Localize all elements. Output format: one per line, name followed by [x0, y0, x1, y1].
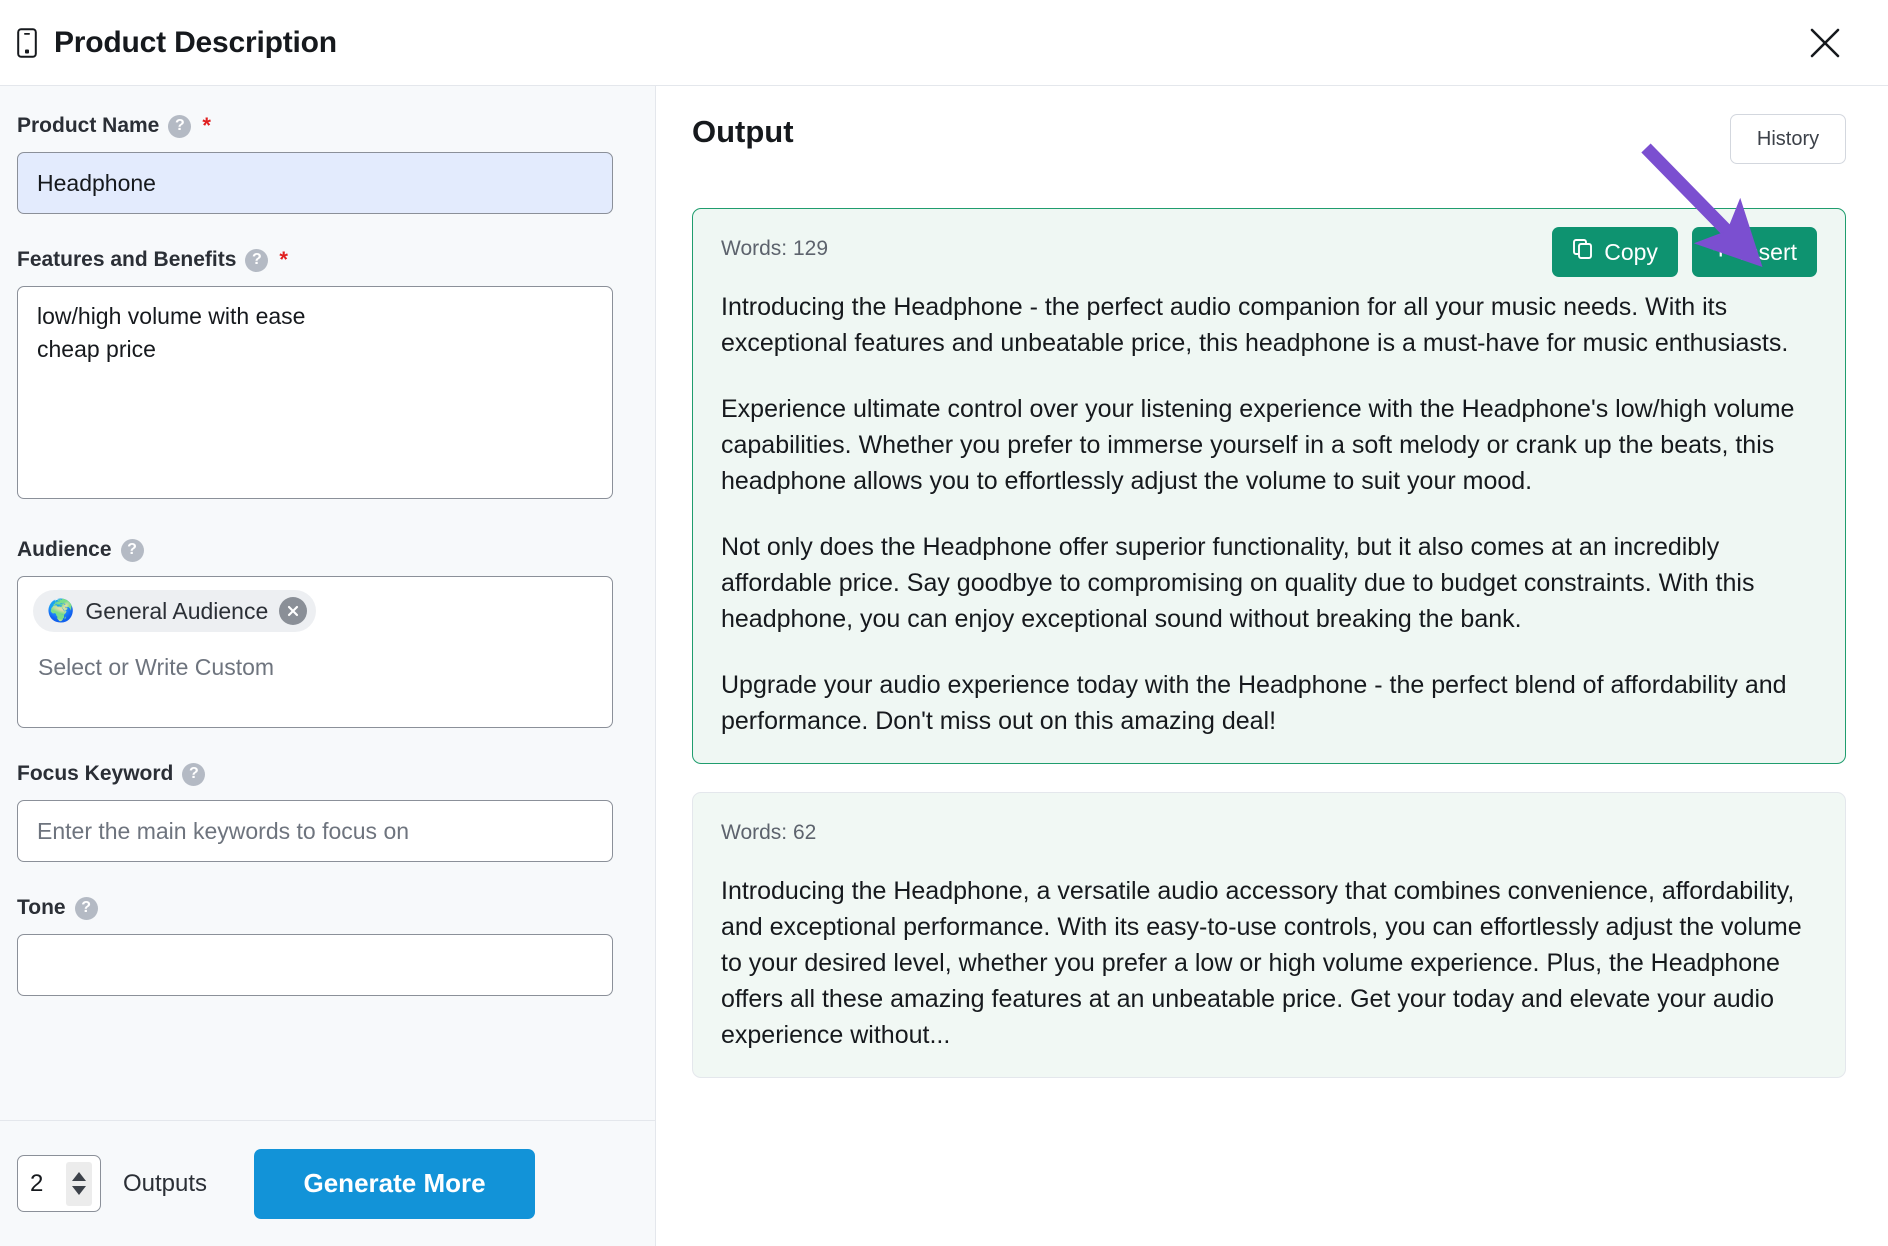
audience-tag[interactable]: 🌍 General Audience	[33, 590, 316, 632]
copy-icon	[1572, 238, 1594, 266]
required-marker: *	[279, 249, 288, 271]
header-left-group: Product Description	[14, 26, 337, 60]
insert-button[interactable]: + Insert	[1692, 227, 1817, 277]
copy-button[interactable]: Copy	[1552, 227, 1678, 277]
outputs-count-value[interactable]: 2	[30, 1170, 60, 1198]
product-name-label-row: Product Name ? *	[17, 114, 613, 138]
help-icon[interactable]: ?	[121, 539, 144, 562]
audience-tag-box[interactable]: 🌍 General Audience Select or Write Custo…	[17, 576, 613, 728]
tag-remove-icon[interactable]	[279, 597, 307, 625]
focus-keyword-label-row: Focus Keyword ?	[17, 762, 613, 786]
output-paragraph: Introducing the Headphone, a versatile a…	[721, 873, 1817, 1053]
required-marker: *	[202, 115, 211, 137]
product-name-label: Product Name	[17, 114, 159, 138]
output-card-text: Introducing the Headphone, a versatile a…	[721, 873, 1817, 1053]
help-icon[interactable]: ?	[75, 897, 98, 920]
form-panel: Product Name ? * Features and Benefits ?…	[0, 86, 656, 1246]
output-header: Output History	[692, 114, 1846, 174]
field-audience: Audience ? 🌍 General Audience	[17, 538, 613, 728]
card-actions-group: Copy + Insert	[1552, 227, 1817, 277]
word-count-badge: Words: 62	[721, 811, 816, 845]
features-benefits-textarea[interactable]	[17, 286, 613, 499]
help-icon[interactable]: ?	[168, 115, 191, 138]
product-description-modal: Product Description Product Name ? *	[0, 0, 1888, 1246]
output-paragraph: Experience ultimate control over your li…	[721, 391, 1817, 499]
output-title: Output	[692, 114, 794, 150]
word-count-badge: Words: 129	[721, 227, 828, 261]
page-title: Product Description	[54, 26, 337, 60]
field-focus-keyword: Focus Keyword ?	[17, 762, 613, 862]
output-card: Words: 129 Copy +	[692, 208, 1846, 764]
outputs-label: Outputs	[123, 1170, 207, 1198]
help-icon[interactable]: ?	[245, 249, 268, 272]
focus-keyword-label: Focus Keyword	[17, 762, 173, 786]
audience-tag-label: General Audience	[85, 598, 268, 625]
stepper-arrows-icon[interactable]	[66, 1162, 92, 1206]
output-card-toolbar: Words: 62	[721, 811, 1817, 863]
copy-button-label: Copy	[1604, 239, 1658, 266]
output-paragraph: Upgrade your audio experience today with…	[721, 667, 1817, 739]
globe-icon: 🌍	[47, 600, 74, 622]
audience-label: Audience	[17, 538, 112, 562]
output-paragraph: Not only does the Headphone offer superi…	[721, 529, 1817, 637]
product-name-input[interactable]	[17, 152, 613, 214]
features-benefits-label: Features and Benefits	[17, 248, 236, 272]
chevron-down-icon[interactable]	[72, 1186, 86, 1195]
field-product-name: Product Name ? *	[17, 114, 613, 214]
output-paragraph: Introducing the Headphone - the perfect …	[721, 289, 1817, 361]
focus-keyword-input[interactable]	[17, 800, 613, 862]
plus-icon: +	[1712, 235, 1730, 265]
close-icon[interactable]	[1802, 20, 1848, 66]
tone-label-row: Tone ?	[17, 896, 613, 920]
output-card-toolbar: Words: 129 Copy +	[721, 227, 1817, 279]
outputs-stepper[interactable]: 2	[17, 1155, 101, 1212]
modal-body: Product Name ? * Features and Benefits ?…	[0, 86, 1888, 1246]
audience-placeholder[interactable]: Select or Write Custom	[33, 654, 597, 681]
modal-header: Product Description	[0, 0, 1888, 86]
field-features-benefits: Features and Benefits ? *	[17, 248, 613, 504]
insert-button-label: Insert	[1739, 239, 1797, 266]
generate-more-button[interactable]: Generate More	[254, 1149, 535, 1219]
output-card: Words: 62 Introducing the Headphone, a v…	[692, 792, 1846, 1078]
history-button[interactable]: History	[1730, 114, 1846, 164]
features-benefits-label-row: Features and Benefits ? *	[17, 248, 613, 272]
audience-label-row: Audience ?	[17, 538, 613, 562]
form-footer: 2 Outputs Generate More	[0, 1120, 655, 1246]
output-panel: Output History Words: 129	[656, 86, 1888, 1246]
chevron-up-icon[interactable]	[72, 1172, 86, 1181]
tone-select[interactable]	[17, 934, 613, 996]
output-card-text: Introducing the Headphone - the perfect …	[721, 289, 1817, 739]
tone-label: Tone	[17, 896, 66, 920]
field-tone: Tone ?	[17, 896, 613, 996]
help-icon[interactable]: ?	[182, 763, 205, 786]
mobile-phone-icon	[14, 26, 40, 60]
form-scroll-area[interactable]: Product Name ? * Features and Benefits ?…	[0, 86, 655, 1120]
